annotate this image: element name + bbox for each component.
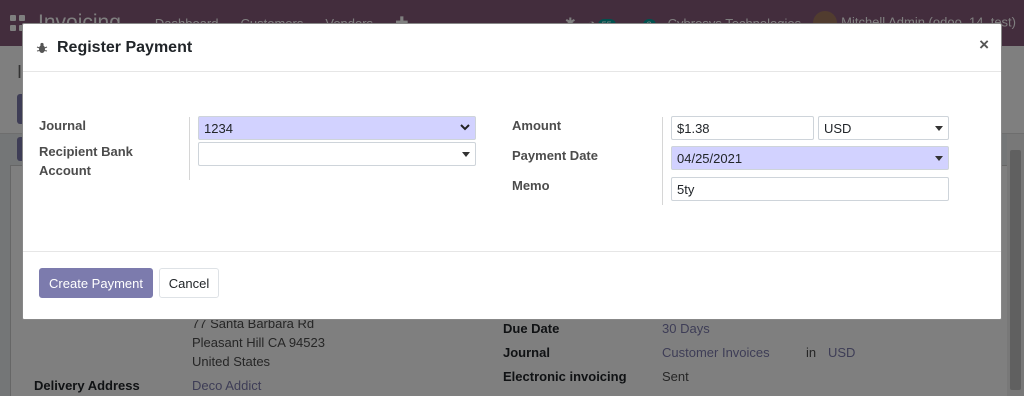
currency-select[interactable]: USD xyxy=(818,116,949,140)
amount-label: Amount xyxy=(512,118,562,133)
modal-title: Register Payment xyxy=(57,38,193,56)
recipient-bank-select[interactable] xyxy=(198,142,476,166)
close-icon[interactable]: × xyxy=(979,36,989,53)
create-payment-button[interactable]: Create Payment xyxy=(39,268,153,298)
caret-down-icon xyxy=(935,155,943,161)
chevron-down-icon xyxy=(460,123,470,134)
register-payment-dialog: Register Payment × Journal Recipient Ban… xyxy=(22,23,1002,320)
modal-header: Register Payment × xyxy=(23,24,1001,72)
payment-date-input[interactable]: 04/25/2021 xyxy=(671,146,949,170)
recipient-bank-label: Recipient Bank Account xyxy=(39,144,133,178)
journal-select-value: 1234 xyxy=(204,120,233,136)
payment-date-label: Payment Date xyxy=(512,148,598,163)
left-column-separator xyxy=(189,117,190,180)
modal-footer: Create Payment Cancel xyxy=(23,251,1001,320)
caret-down-icon xyxy=(935,125,943,131)
memo-value: 5ty xyxy=(677,181,695,197)
caret-down-icon xyxy=(462,151,470,157)
memo-input[interactable]: 5ty xyxy=(671,177,949,201)
journal-select[interactable]: 1234 xyxy=(198,116,476,140)
amount-value: $1.38 xyxy=(677,120,710,136)
memo-label: Memo xyxy=(512,178,550,193)
amount-input[interactable]: $1.38 xyxy=(671,116,814,140)
journal-label: Journal xyxy=(39,118,86,133)
bug-icon xyxy=(35,41,49,55)
cancel-button[interactable]: Cancel xyxy=(159,268,219,298)
payment-date-value: 04/25/2021 xyxy=(677,150,743,166)
currency-value: USD xyxy=(824,120,852,136)
modal-body: Journal Recipient Bank Account 1234 Amou… xyxy=(23,72,1001,251)
right-column-separator xyxy=(662,117,663,205)
